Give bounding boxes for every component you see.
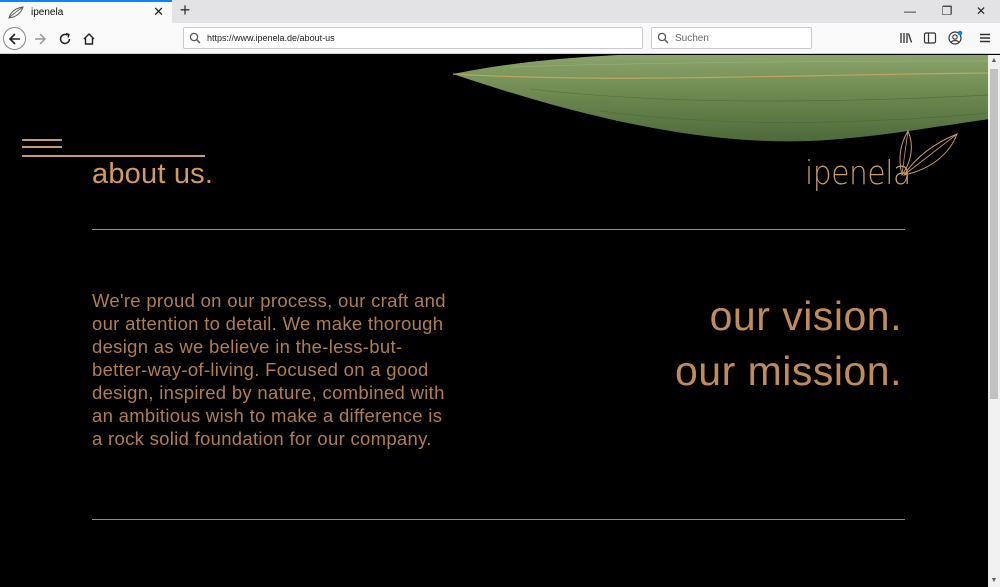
title-accent-line xyxy=(22,155,205,157)
about-line: better-way-of-living. Focused on a good xyxy=(92,359,429,380)
about-line: We're proud on our process, our craft an… xyxy=(92,290,446,311)
account-button[interactable] xyxy=(945,28,965,48)
scroll-down-arrow-icon[interactable]: ▼ xyxy=(988,575,1000,587)
about-line: an ambitious wish to make a difference i… xyxy=(92,405,443,426)
hamburger-menu-icon xyxy=(980,33,990,43)
page-scrollbar[interactable]: ▲ ▼ xyxy=(988,55,1000,587)
vision-mission-heading: our vision. our mission. xyxy=(675,289,902,399)
new-tab-button[interactable]: + xyxy=(176,0,194,22)
about-line: our attention to detail. We make thoroug… xyxy=(92,313,444,334)
page-viewport: about us. ipenela We're proud on our pro… xyxy=(0,55,988,587)
section-divider-top xyxy=(92,229,905,230)
about-line: a rock solid foundation for our company. xyxy=(92,428,432,449)
reload-icon xyxy=(59,32,71,45)
window-close-button[interactable]: ✕ xyxy=(966,0,996,22)
library-button[interactable] xyxy=(896,28,916,48)
forward-button[interactable] xyxy=(28,27,52,51)
about-line: design as we believe in the-less-but- xyxy=(92,336,403,357)
search-icon xyxy=(189,32,201,44)
search-placeholder[interactable]: Suchen xyxy=(675,33,709,44)
search-bar[interactable]: Suchen xyxy=(651,27,812,49)
scroll-up-arrow-icon[interactable]: ▲ xyxy=(988,55,1000,67)
ipenela-logo[interactable]: ipenela xyxy=(800,129,960,199)
address-bar[interactable]: https://www.ipenela.de/about-us xyxy=(183,27,643,49)
reload-button[interactable] xyxy=(53,27,77,51)
scrollbar-thumb[interactable] xyxy=(990,69,998,399)
sidebar-button[interactable] xyxy=(920,28,940,48)
leaf-favicon-icon xyxy=(8,5,24,19)
browser-tab-active[interactable]: ipenela ✕ xyxy=(0,0,172,23)
window-restore-button[interactable]: ❐ xyxy=(932,0,962,22)
section-divider-bottom xyxy=(92,519,905,520)
mission-heading: our mission. xyxy=(674,348,902,394)
navigation-toolbar: https://www.ipenela.de/about-us Suchen xyxy=(0,23,1000,54)
address-bar-url[interactable]: https://www.ipenela.de/about-us xyxy=(207,33,335,43)
tab-strip: ipenela ✕ + — ❐ ✕ xyxy=(0,0,1000,23)
logo-wordmark: ipenela xyxy=(805,153,911,192)
window-minimize-button[interactable]: — xyxy=(895,0,925,22)
app-menu-button[interactable] xyxy=(975,28,995,48)
search-icon xyxy=(657,32,669,44)
back-arrow-icon xyxy=(8,32,20,45)
home-button[interactable] xyxy=(77,27,101,51)
sidebar-icon xyxy=(923,32,937,44)
forward-arrow-icon xyxy=(35,33,47,45)
vision-heading: our vision. xyxy=(709,293,902,339)
home-icon xyxy=(83,33,95,45)
page-title: about us. xyxy=(92,158,214,190)
hamburger-menu-icon[interactable] xyxy=(22,139,62,153)
library-icon xyxy=(900,33,913,43)
account-icon xyxy=(948,30,963,45)
back-button[interactable] xyxy=(3,27,26,50)
about-line: design, inspired by nature, combined wit… xyxy=(92,382,445,403)
tab-title: ipenela xyxy=(31,7,64,18)
about-paragraph: We're proud on our process, our craft an… xyxy=(92,289,482,450)
tab-close-icon[interactable]: ✕ xyxy=(153,5,164,19)
